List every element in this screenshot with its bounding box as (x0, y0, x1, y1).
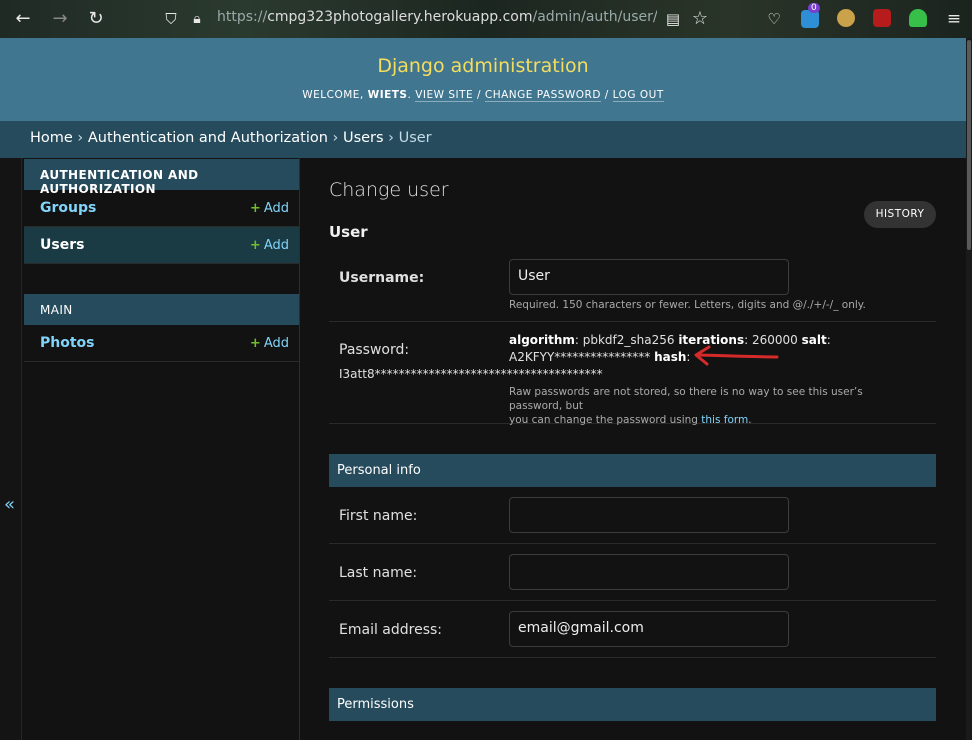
breadcrumb-app[interactable]: Authentication and Authorization (88, 130, 328, 146)
last-name-label: Last name: (339, 565, 418, 581)
email-row: Email address: email@gmail.com (329, 601, 936, 658)
site-title[interactable]: Django administration (0, 55, 966, 77)
first-name-label: First name: (339, 508, 418, 524)
module-caption-auth[interactable]: AUTHENTICATION AND AUTHORIZATION (24, 159, 299, 196)
site-header: Django administration WELCOME, WIETS. VI… (0, 38, 966, 121)
page-scrollbar[interactable] (966, 38, 972, 740)
pocket-icon[interactable]: ♡ (763, 8, 785, 30)
breadcrumb-model[interactable]: Users (343, 130, 384, 146)
scrollbar-thumb[interactable] (967, 40, 971, 250)
collapse-icon: « (4, 494, 16, 515)
breadcrumb: Home › Authentication and Authorization … (0, 121, 966, 158)
pw-salt-colon: : (826, 333, 831, 347)
user-tools: WELCOME, WIETS. VIEW SITE / CHANGE PASSW… (302, 89, 664, 102)
welcome-username: WIETS (367, 89, 408, 101)
last-name-row: Last name: (329, 544, 936, 601)
shield-icon[interactable]: ⛉ (160, 8, 182, 30)
change-password-link[interactable]: CHANGE PASSWORD (484, 89, 601, 102)
pw-salt-label: salt (801, 333, 827, 347)
main-content: Change user HISTORY User Username: User … (300, 158, 966, 740)
add-users-link[interactable]: + Add (250, 238, 289, 253)
reload-icon[interactable]: ↻ (85, 8, 107, 30)
add-photos-link[interactable]: + Add (250, 336, 289, 351)
module-main: MAIN Photos + Add (24, 294, 299, 362)
first-name-row: First name: (329, 487, 936, 544)
first-name-input[interactable] (509, 497, 789, 533)
annotation-arrow-icon (694, 345, 779, 366)
menu-icon[interactable]: ≡ (943, 8, 965, 30)
permissions-header[interactable]: Permissions (329, 688, 936, 721)
view-site-link[interactable]: VIEW SITE (415, 89, 474, 102)
face-extension-icon[interactable] (837, 9, 855, 27)
last-name-input[interactable] (509, 554, 789, 590)
fieldset-title: User (329, 223, 368, 241)
page-title: Change user (329, 179, 449, 201)
forward-icon[interactable]: → (49, 8, 71, 30)
module-caption-main[interactable]: MAIN (24, 294, 299, 325)
breadcrumb-home[interactable]: Home (30, 130, 73, 146)
log-out-link[interactable]: LOG OUT (612, 89, 664, 102)
add-groups-link[interactable]: + Add (250, 201, 289, 216)
sidebar-item-users[interactable]: Users + Add (24, 227, 299, 264)
lock-icon: 🔒︎ (193, 11, 201, 27)
ghost-extension-icon[interactable] (909, 9, 927, 27)
extension-badge: 0 (808, 3, 820, 13)
change-password-form-link[interactable]: this form (701, 414, 748, 426)
sidebar-item-photos[interactable]: Photos + Add (24, 325, 299, 362)
reader-view-icon[interactable]: ▤ (662, 8, 684, 30)
email-input[interactable]: email@gmail.com (509, 611, 789, 647)
sidebar-toggle[interactable]: « (0, 158, 22, 740)
username-input[interactable]: User (509, 259, 789, 295)
username-label: Username: (339, 270, 425, 286)
pw-hash-label: hash (654, 350, 687, 364)
ublock-icon[interactable] (873, 9, 891, 27)
pw-salt-value: A2KFYY**************** (509, 350, 655, 364)
sidebar-item-label[interactable]: Photos (40, 335, 95, 351)
plus-icon: + (249, 200, 261, 216)
pw-algorithm: : pbkdf2_sha256 (574, 333, 679, 347)
back-icon[interactable]: ← (12, 8, 34, 30)
password-row: Password: algorithm: pbkdf2_sha256 itera… (329, 322, 936, 426)
pw-hash-colon: : (686, 350, 691, 364)
password-help: Raw passwords are not stored, so there i… (509, 386, 863, 426)
module-auth: AUTHENTICATION AND AUTHORIZATION Groups … (24, 159, 299, 264)
personal-info-header[interactable]: Personal info (329, 454, 936, 487)
password-label: Password: (339, 342, 410, 358)
browser-toolbar: ← → ↻ ⛉ 🔒︎ https://cmpg323photogallery.h… (0, 0, 972, 38)
welcome-text: WELCOME, (302, 89, 368, 101)
pw-hash-value: I3att8**********************************… (339, 367, 603, 381)
history-button[interactable]: HISTORY (864, 201, 936, 228)
plus-icon: + (249, 237, 261, 253)
url-text[interactable]: https://cmpg323photogallery.herokuapp.co… (217, 9, 657, 25)
bookmark-star-icon[interactable]: ☆ (689, 8, 711, 30)
username-help: Required. 150 characters or fewer. Lette… (509, 299, 866, 311)
breadcrumb-current: User (398, 130, 432, 146)
pw-algorithm-label: algorithm (509, 333, 575, 347)
username-row: Username: User Required. 150 characters … (329, 248, 936, 322)
sidebar-item-label[interactable]: Groups (40, 200, 96, 216)
sidebar-item-label[interactable]: Users (40, 237, 84, 253)
plus-icon: + (249, 335, 261, 351)
email-label: Email address: (339, 622, 443, 638)
